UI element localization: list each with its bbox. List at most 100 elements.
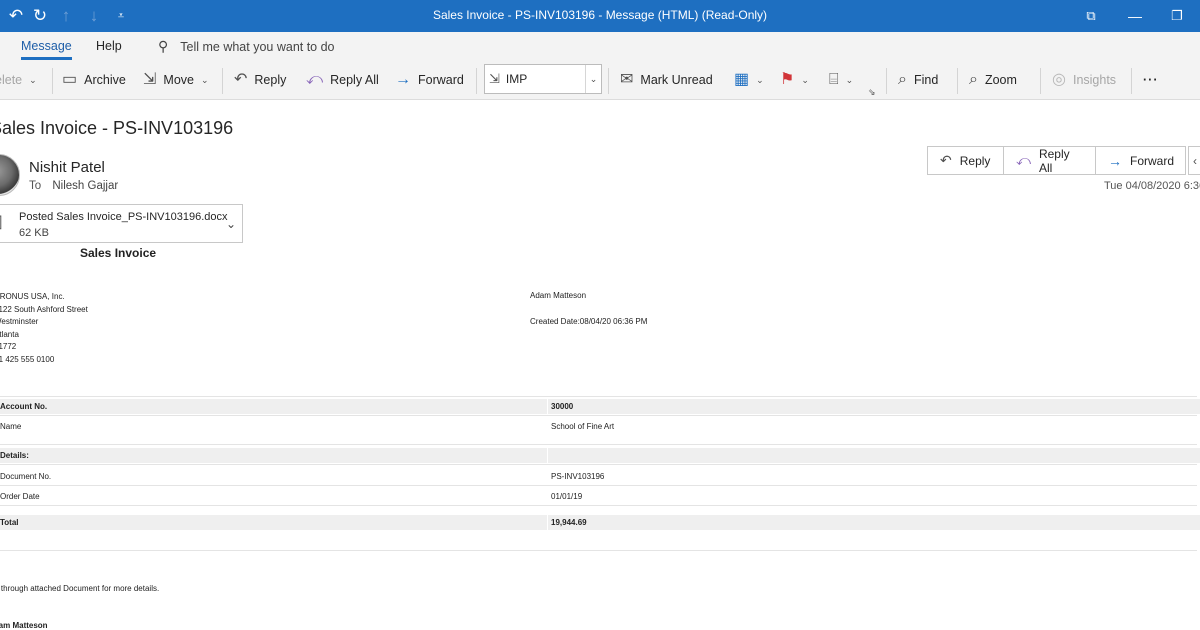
address-line: 31772 bbox=[0, 342, 17, 352]
attachment-card[interactable]: ▯ Posted Sales Invoice_PS-INV103196.docx… bbox=[0, 204, 243, 243]
insights-icon: ◎ bbox=[1052, 71, 1066, 88]
recipient-line: To Nilesh Gajjar bbox=[29, 180, 118, 192]
header-reply-button[interactable]: ↶ Reply bbox=[928, 147, 1004, 174]
categorize-button[interactable]: ▦ ⌄ bbox=[734, 68, 764, 92]
reply-label: Reply bbox=[959, 153, 991, 168]
move-icon: ⇲ bbox=[143, 71, 157, 88]
created-date: Created Date:08/04/20 06:36 PM bbox=[530, 317, 648, 326]
reply-all-icon: ⤺ bbox=[306, 71, 324, 88]
move-button[interactable]: ⇲ Move ⌄ bbox=[143, 68, 209, 92]
reply-label: Reply bbox=[254, 73, 287, 87]
header-reply-all-button[interactable]: ⤺ Reply All bbox=[1004, 146, 1096, 175]
header-more-button[interactable]: ‹ bbox=[1188, 146, 1200, 175]
recipient-name[interactable]: Nilesh Gajjar bbox=[52, 180, 118, 192]
insights-button[interactable]: ◎ Insights bbox=[1052, 68, 1116, 92]
chevron-down-icon[interactable]: ⌄ bbox=[226, 217, 236, 231]
divider bbox=[0, 444, 1197, 445]
rules-icon: ⌸ bbox=[829, 71, 839, 88]
archive-label: Archive bbox=[84, 73, 126, 87]
reply-button[interactable]: ↶ Reply bbox=[234, 68, 286, 92]
table-row: Order Date 01/01/19 bbox=[0, 489, 1200, 504]
insights-label: Insights bbox=[1072, 73, 1117, 87]
tell-me-search[interactable]: ⚲ Tell me what you want to do bbox=[158, 38, 335, 55]
to-label: To bbox=[29, 180, 42, 192]
search-icon: ⌕ bbox=[898, 71, 907, 88]
tab-message[interactable]: Message bbox=[21, 39, 72, 60]
find-button[interactable]: ⌕ Find bbox=[898, 68, 938, 92]
dialog-launcher[interactable]: ⇘ bbox=[868, 80, 876, 104]
categorize-icon: ▦ bbox=[734, 71, 750, 88]
quick-step-icon: ⇲ bbox=[489, 71, 500, 86]
sender-name[interactable]: Nishit Patel bbox=[29, 159, 105, 176]
reply-all-label: Reply All bbox=[330, 73, 379, 87]
row-value: PS-INV103196 bbox=[551, 472, 605, 481]
zoom-button[interactable]: ⌕ Zoom bbox=[969, 68, 1017, 92]
chevron-down-icon: ⌄ bbox=[801, 74, 809, 85]
follow-up-button[interactable]: ⚑ ⌄ bbox=[780, 68, 809, 92]
forward-label: Forward bbox=[418, 73, 464, 87]
tab-help[interactable]: Help bbox=[96, 39, 122, 53]
row-label: Total bbox=[0, 518, 19, 527]
divider bbox=[1131, 68, 1132, 94]
row-label: Account No. bbox=[0, 402, 48, 411]
delete-button[interactable]: Delete ⌄ bbox=[0, 68, 37, 92]
table-row: Document No. PS-INV103196 bbox=[0, 469, 1200, 484]
expand-icon: ⇘ bbox=[868, 86, 876, 97]
divider bbox=[886, 68, 887, 94]
attachment-size: 62 KB bbox=[19, 227, 49, 239]
divider bbox=[222, 68, 223, 94]
quick-steps-combo[interactable]: ⇲ IMP ⌄ bbox=[484, 64, 602, 94]
lightbulb-icon: ⚲ bbox=[158, 38, 169, 54]
forward-icon: → bbox=[1108, 152, 1122, 169]
actions-button[interactable]: ⌸ ⌄ bbox=[829, 68, 853, 92]
divider bbox=[0, 550, 1197, 551]
body-note: Go through attached Document for more de… bbox=[0, 584, 160, 593]
reply-all-label: Reply All bbox=[1038, 146, 1070, 175]
restore-icon[interactable]: ❐ bbox=[1154, 0, 1200, 32]
mark-unread-button[interactable]: ✉ Mark Unread bbox=[620, 68, 713, 92]
column-divider bbox=[547, 515, 548, 530]
table-row: Account No. 30000 bbox=[0, 399, 1200, 414]
row-value: 19,944.69 bbox=[551, 518, 587, 527]
chevron-down-icon: ⌄ bbox=[29, 74, 37, 85]
document-icon: ▯ bbox=[0, 211, 3, 232]
header-forward-button[interactable]: → Forward bbox=[1096, 147, 1185, 174]
divider bbox=[0, 464, 1197, 465]
row-value: School of Fine Art bbox=[551, 422, 615, 431]
tell-me-label: Tell me what you want to do bbox=[180, 39, 335, 54]
reply-all-button[interactable]: ⤺ Reply All bbox=[306, 68, 379, 92]
forward-button[interactable]: → Forward bbox=[395, 68, 464, 92]
avatar[interactable] bbox=[0, 154, 20, 196]
divider bbox=[957, 68, 958, 94]
envelope-icon: ✉ bbox=[620, 71, 634, 88]
delete-label: Delete bbox=[0, 73, 23, 87]
divider bbox=[608, 68, 609, 94]
chevron-down-icon: ⌄ bbox=[200, 74, 209, 85]
ribbon-display-options-icon[interactable]: ⧉ bbox=[1068, 0, 1114, 32]
chevron-down-icon[interactable]: ⌄ bbox=[585, 65, 601, 93]
divider bbox=[0, 415, 1197, 416]
archive-button[interactable]: ▭ Archive bbox=[62, 68, 126, 92]
forward-icon: → bbox=[395, 71, 411, 88]
table-row: Total 19,944.69 bbox=[0, 515, 1200, 530]
sent-date: Tue 04/08/2020 6:36 bbox=[1104, 180, 1200, 192]
divider bbox=[1040, 68, 1041, 94]
chevron-down-icon: ⌄ bbox=[756, 74, 764, 85]
company-address: CRONUS USA, Inc. 7122 South Ashford Stre… bbox=[0, 291, 88, 367]
attachment-name: Posted Sales Invoice_PS-INV103196.docx bbox=[19, 211, 228, 223]
zoom-label: Zoom bbox=[984, 73, 1017, 87]
message-actions: ↶ Reply ⤺ Reply All → Forward bbox=[927, 146, 1186, 175]
minimize-icon[interactable]: — bbox=[1112, 0, 1158, 32]
find-label: Find bbox=[913, 73, 939, 87]
mark-unread-label: Mark Unread bbox=[640, 73, 713, 87]
column-divider bbox=[547, 448, 548, 463]
more-options-button[interactable]: ··· bbox=[1143, 68, 1159, 92]
column-divider bbox=[547, 399, 548, 414]
message-subject: Sales Invoice - PS-INV103196 bbox=[0, 118, 234, 138]
address-line: Westminster bbox=[0, 317, 39, 327]
address-line: 7122 South Ashford Street bbox=[0, 304, 88, 314]
ribbon-tabs: Message Help ⚲ Tell me what you want to … bbox=[0, 32, 1200, 60]
table-row: Name School of Fine Art bbox=[0, 419, 1200, 434]
divider bbox=[52, 68, 53, 94]
divider bbox=[0, 485, 1197, 486]
